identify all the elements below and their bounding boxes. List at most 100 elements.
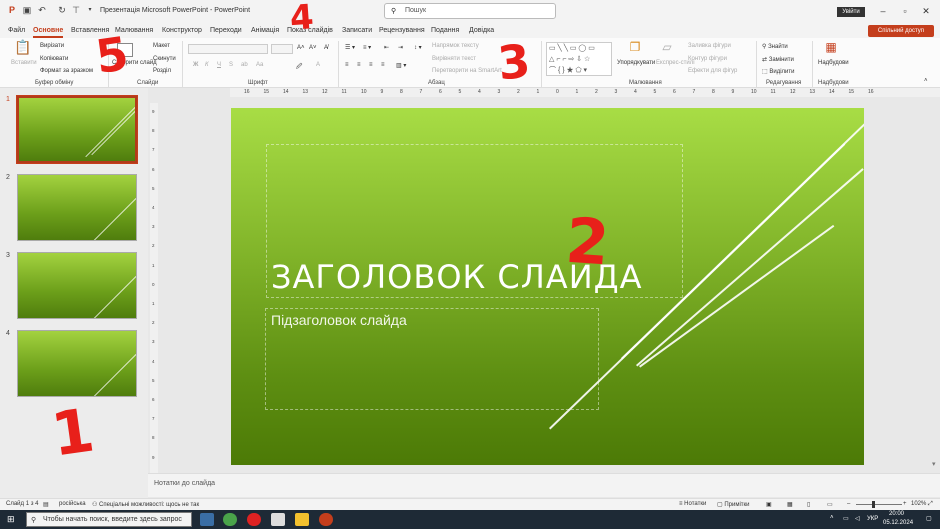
align-left-icon[interactable]: ≡ [345,62,349,68]
language-indicator[interactable]: російська [59,501,86,507]
slide-thumbnail[interactable] [17,174,137,241]
opera-icon[interactable] [247,513,261,526]
slide-thumbnail[interactable] [17,330,137,397]
notes-toggle[interactable]: ≡ Нотатки [679,501,706,507]
notifications-icon[interactable]: ▢ [926,515,932,522]
signin-button[interactable]: Увійти [837,7,865,17]
cut-button[interactable]: Вирізати [40,43,64,49]
clock-time[interactable]: 20:00 [889,511,904,517]
zoom-level[interactable]: 102% [911,501,926,507]
start-icon[interactable]: ⊞ [7,514,15,525]
numbering-icon[interactable]: ≡ ▾ [363,44,371,51]
align-text-button[interactable]: Вирівняти текст [432,56,476,62]
convert-smartart-button[interactable]: Перетворити на SmartArt [432,68,502,74]
zoom-slider[interactable] [856,504,902,505]
font-color-icon[interactable]: A [316,62,320,68]
bullets-icon[interactable]: ☰ ▾ [345,44,355,51]
notepad-icon[interactable] [271,513,285,526]
keyboard-language[interactable]: УКР [867,516,878,522]
decrease-indent-icon[interactable]: ⇤ [384,44,389,51]
addins-button[interactable]: Надбудови [818,60,849,66]
quick-styles-icon[interactable]: ▱ [660,41,674,56]
sorter-view-icon[interactable]: ▦ [787,501,793,508]
present-icon[interactable]: ⊤ [70,4,82,16]
strikethrough-icon[interactable]: S [229,62,233,68]
font-name-field[interactable] [188,44,268,54]
addins-icon[interactable]: ▦ [823,41,839,56]
accessibility-status[interactable]: ⚇ Спеціальні можливості: щось не так [92,501,199,508]
maximize-icon[interactable]: ▫ [898,4,912,18]
increase-indent-icon[interactable]: ⇥ [398,44,403,51]
zoom-slider-thumb[interactable] [872,501,875,508]
shrink-font-icon[interactable]: A˅ [309,45,317,51]
tab-transitions[interactable]: Переходи [210,27,242,34]
scroll-down-icon[interactable]: ▾ [932,460,936,468]
explorer-icon[interactable] [295,513,309,526]
tab-view[interactable]: Подання [431,27,459,34]
select-button[interactable]: ⬚ Виділити [762,68,794,75]
save-icon[interactable]: ▣ [21,4,33,16]
chrome-icon[interactable] [223,513,237,526]
slide-subtitle[interactable]: Підзаголовок слайда [271,312,407,328]
tab-design[interactable]: Конструктор [162,27,202,34]
volume-icon[interactable]: ◁ [855,515,860,522]
paste-icon[interactable]: 📋 [14,40,32,58]
slide-canvas[interactable]: ЗАГОЛОВОК СЛАЙДА Підзаголовок слайда [231,108,864,465]
char-spacing-icon[interactable]: ab [241,62,248,68]
tab-animations[interactable]: Анімація [251,27,279,34]
line-spacing-icon[interactable]: ↕ ▾ [414,44,422,51]
undo-icon[interactable]: ↶ [36,4,48,16]
arrange-button[interactable]: Упорядкувати [617,60,655,66]
underline-icon[interactable]: Ч [217,62,221,68]
tray-overflow-icon[interactable]: ˄ [830,515,834,521]
columns-icon[interactable]: ▥ ▾ [396,62,406,69]
clear-format-icon[interactable]: A̸ [324,45,328,51]
copy-button[interactable]: Копіювати [40,56,68,62]
reset-button[interactable]: Скинути [153,56,176,62]
font-size-field[interactable] [271,44,293,54]
slide-thumbnail[interactable] [17,252,137,319]
justify-icon[interactable]: ≡ [381,62,385,68]
replace-button[interactable]: ⇄ Замінити [762,56,794,63]
network-icon[interactable]: ▭ [843,515,849,522]
shapes-gallery[interactable]: ▭ ╲ ╲ ▭ ◯ ▭ △ ⌐ ⌐ ⇨ ⇩ ☆ ⌒ { } ★ ⬠ ▾ [546,42,612,76]
tab-home[interactable]: Основне [33,27,64,38]
minimize-icon[interactable]: – [876,4,890,18]
fit-slide-icon[interactable]: ⤢ [928,501,933,508]
format-painter-button[interactable]: Формат за зразком [40,68,93,74]
spellcheck-icon[interactable]: ▤ [43,501,49,508]
find-button[interactable]: ⚲ Знайти [762,43,788,50]
align-center-icon[interactable]: ≡ [357,62,361,68]
tab-file[interactable]: Файл [8,27,25,34]
share-button[interactable]: Спільний доступ [868,25,934,37]
search-input[interactable]: ⚲ Пошук [384,3,556,19]
zoom-in-icon[interactable]: + [903,501,907,507]
arrange-icon[interactable]: ❐ [628,41,642,56]
normal-view-icon[interactable]: ▣ [766,501,772,508]
taskview-icon[interactable] [200,513,214,526]
collapse-ribbon-icon[interactable]: ˄ [924,78,928,84]
section-button[interactable]: Розділ [153,68,171,74]
change-case-icon[interactable]: Aa [256,62,263,68]
comments-toggle[interactable]: ▢ Примітки [717,501,750,508]
redo-icon[interactable]: ↻ [56,4,68,16]
highlight-icon[interactable]: 🖉 [296,62,302,72]
align-right-icon[interactable]: ≡ [369,62,373,68]
tab-help[interactable]: Довідка [469,27,494,34]
bold-icon[interactable]: Ж [193,62,198,68]
layout-button[interactable]: Макет [153,43,170,49]
shape-effects-button[interactable]: Ефекти для фігур [688,68,737,74]
shape-fill-button[interactable]: Заливка фігури [688,43,731,49]
notes-pane[interactable]: Нотатки до слайда ▾ [148,461,940,497]
taskbar-search[interactable]: ⚲ Чтобы начать поиск, введите здесь запр… [26,512,192,527]
slideshow-view-icon[interactable]: ▭ [827,501,833,508]
grow-font-icon[interactable]: A˄ [297,45,305,51]
powerpoint-taskbar-icon[interactable] [319,513,333,526]
reading-view-icon[interactable]: ▯ [807,501,810,508]
tab-review[interactable]: Рецензування [379,27,425,34]
slide-thumbnail[interactable] [16,95,138,164]
shape-outline-button[interactable]: Контур фігури [688,56,727,62]
italic-icon[interactable]: К [205,62,209,68]
tab-record[interactable]: Записати [342,27,372,34]
text-direction-button[interactable]: Напрямок тексту [432,43,479,49]
